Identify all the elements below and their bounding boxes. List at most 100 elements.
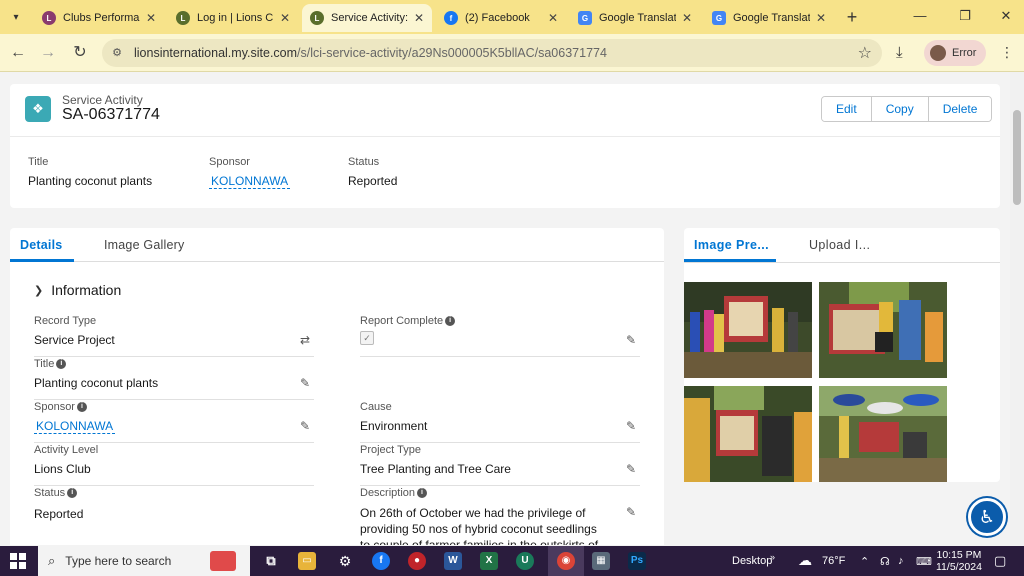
- close-icon[interactable]: ✕: [414, 11, 424, 25]
- site-info-icon[interactable]: ⚙: [110, 46, 124, 60]
- info-icon[interactable]: i: [445, 316, 456, 326]
- close-window-icon[interactable]: ✕: [996, 8, 1016, 24]
- address-bar[interactable]: ⚙ lionsinternational.my.site.com/s/lci-s…: [102, 39, 882, 67]
- temperature[interactable]: 76°F: [822, 555, 845, 567]
- tab-title: Service Activity: S: [331, 12, 408, 24]
- close-icon[interactable]: ✕: [146, 11, 156, 25]
- browser-tab-strip: ▾ L Clubs Performance ✕ L Log in | Lions…: [0, 0, 1024, 34]
- reload-icon[interactable]: ↻: [70, 43, 90, 63]
- gallery-photo[interactable]: [819, 386, 947, 482]
- info-icon[interactable]: i: [76, 402, 87, 412]
- edit-pencil-icon[interactable]: ✎: [626, 419, 636, 433]
- change-record-type-icon[interactable]: ⇄: [300, 333, 310, 347]
- report-complete-checkbox[interactable]: ✓: [360, 331, 374, 345]
- browser-tab[interactable]: G Google Translate ✕: [570, 4, 700, 32]
- tab-title: Clubs Performance: [63, 12, 140, 24]
- sponsor-link[interactable]: KOLONNAWA: [209, 174, 291, 189]
- field-label: Report Complete i: [360, 315, 456, 327]
- facebook-icon[interactable]: f: [372, 552, 390, 570]
- gallery-photo[interactable]: [684, 386, 812, 482]
- close-icon[interactable]: ✕: [280, 11, 290, 25]
- info-icon[interactable]: i: [417, 488, 428, 498]
- upwork-icon[interactable]: U: [516, 552, 534, 570]
- clock[interactable]: 10:15 PM 11/5/2024: [936, 549, 982, 573]
- record-tabs: Details Image Gallery: [10, 228, 664, 262]
- info-icon[interactable]: i: [56, 359, 67, 369]
- close-icon[interactable]: ✕: [682, 11, 692, 25]
- bookmark-star-icon[interactable]: ☆: [858, 43, 872, 63]
- browser-tab[interactable]: L Log in | Lions Club ✕: [168, 4, 298, 32]
- chevron-up-icon[interactable]: ⌃: [860, 555, 869, 568]
- copy-button[interactable]: Copy: [871, 97, 929, 121]
- file-explorer-icon[interactable]: ▭: [298, 552, 316, 570]
- section-title: Information: [51, 282, 122, 298]
- app-red-icon[interactable]: ●: [408, 552, 426, 570]
- close-icon[interactable]: ✕: [548, 11, 558, 25]
- tab-details[interactable]: Details: [20, 238, 62, 252]
- edit-pencil-icon[interactable]: ✎: [626, 505, 636, 519]
- info-icon[interactable]: i: [67, 488, 78, 498]
- more-menu-icon[interactable]: ⋮: [1000, 44, 1014, 61]
- taskbar-search-input[interactable]: ⌕ Type here to search: [38, 546, 250, 576]
- windows-start-icon[interactable]: [10, 553, 26, 569]
- search-highlight-icon[interactable]: [210, 551, 236, 571]
- gallery-photo[interactable]: [684, 282, 812, 378]
- restore-icon[interactable]: ❐: [955, 8, 975, 24]
- edit-button[interactable]: Edit: [822, 97, 872, 121]
- divider: [684, 262, 1000, 263]
- back-icon[interactable]: ←: [8, 43, 28, 63]
- highlight-sponsor: Sponsor KOLONNAWA: [209, 156, 291, 189]
- keyboard-icon[interactable]: ⌨: [916, 555, 932, 568]
- tab-title: Log in | Lions Club: [197, 12, 274, 24]
- minimize-icon[interactable]: —: [910, 8, 930, 23]
- calculator-icon[interactable]: ▦: [592, 552, 610, 570]
- delete-button[interactable]: Delete: [928, 97, 992, 121]
- profile-button[interactable]: Error: [924, 40, 986, 66]
- word-icon[interactable]: W: [444, 552, 462, 570]
- section-header-information[interactable]: ❯ Information: [34, 282, 121, 298]
- volume-icon[interactable]: ♪: [898, 555, 904, 567]
- google-translate-icon: G: [578, 11, 592, 25]
- browser-tab-active[interactable]: L Service Activity: S ✕: [302, 4, 432, 32]
- tab-image-preview[interactable]: Image Pre...: [694, 238, 769, 252]
- field-label: Record Type: [34, 315, 97, 327]
- edit-pencil-icon[interactable]: ✎: [626, 462, 636, 476]
- chrome-icon[interactable]: ◉: [557, 552, 575, 570]
- field-value: Planting coconut plants: [34, 376, 159, 390]
- close-icon[interactable]: ✕: [816, 11, 826, 25]
- photoshop-icon[interactable]: Ps: [628, 552, 646, 570]
- edit-pencil-icon[interactable]: ✎: [626, 333, 636, 347]
- browser-tab[interactable]: f (2) Facebook ✕: [436, 4, 566, 32]
- accessibility-icon[interactable]: ♿: [968, 498, 1006, 536]
- scrollbar[interactable]: [1010, 72, 1024, 545]
- url-text: lionsinternational.my.site.com/s/lci-ser…: [134, 46, 607, 60]
- tab-image-gallery[interactable]: Image Gallery: [104, 238, 184, 252]
- browser-tab[interactable]: G Google Translate ✕: [704, 4, 834, 32]
- field-status: Status i Reported: [34, 487, 314, 529]
- edit-pencil-icon[interactable]: ✎: [300, 376, 310, 390]
- notification-icon[interactable]: ▢: [994, 553, 1006, 569]
- field-label: Description i: [360, 487, 428, 499]
- edit-pencil-icon[interactable]: ✎: [300, 419, 310, 433]
- google-translate-icon: G: [712, 11, 726, 25]
- forward-icon[interactable]: →: [38, 43, 58, 63]
- new-tab-icon[interactable]: +: [842, 7, 862, 28]
- desktop-toolbar-label[interactable]: Desktop: [732, 555, 772, 567]
- chevron-right-icon[interactable]: »: [770, 552, 775, 562]
- gallery-photo[interactable]: [819, 282, 947, 378]
- tab-search-icon[interactable]: ▾: [6, 7, 26, 27]
- object-type-label: Service Activity: [62, 93, 143, 107]
- task-view-icon[interactable]: ⧉: [262, 552, 280, 570]
- browser-tab[interactable]: L Clubs Performance ✕: [34, 4, 164, 32]
- excel-icon[interactable]: X: [480, 552, 498, 570]
- settings-gear-icon[interactable]: ⚙: [336, 552, 354, 570]
- search-placeholder: Type here to search: [65, 554, 172, 568]
- download-icon[interactable]: ⤓: [896, 44, 903, 61]
- tab-upload-image[interactable]: Upload I...: [809, 238, 870, 252]
- highlight-label: Sponsor: [209, 156, 250, 168]
- scrollbar-thumb[interactable]: [1013, 110, 1021, 205]
- network-icon[interactable]: ☊: [880, 555, 890, 568]
- highlight-label: Title: [28, 156, 49, 168]
- weather-icon[interactable]: ☁: [798, 552, 812, 569]
- sponsor-link[interactable]: KOLONNAWA: [34, 419, 116, 434]
